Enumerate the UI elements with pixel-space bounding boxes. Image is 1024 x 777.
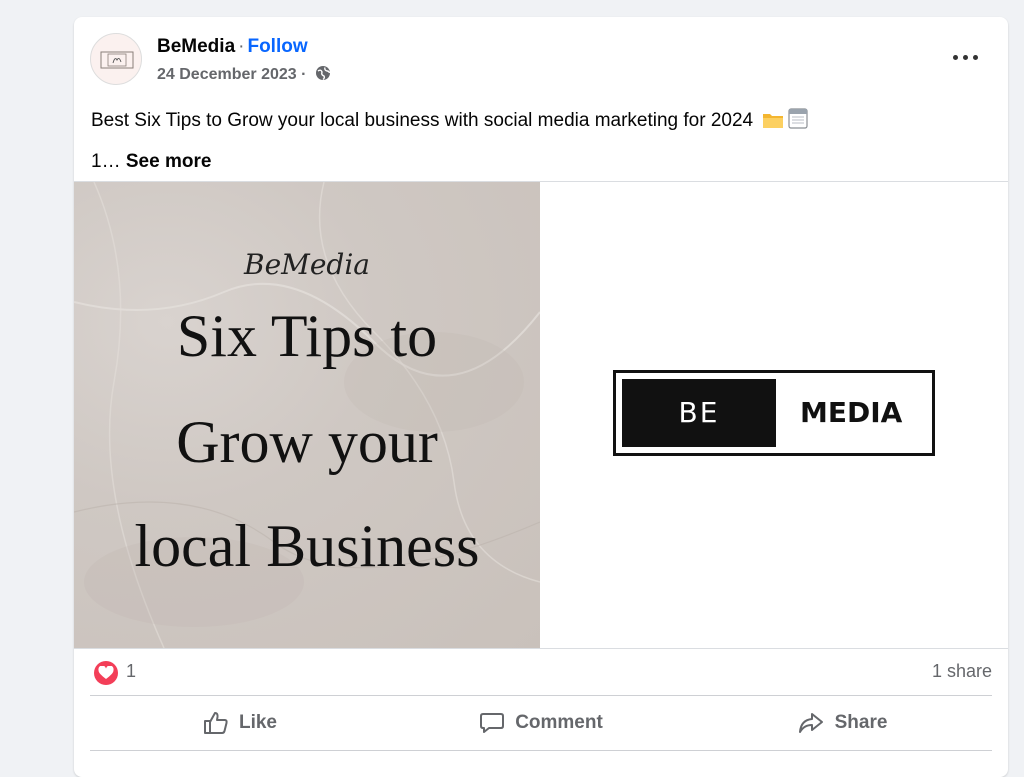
bemedia-logo: BE MEDIA bbox=[613, 370, 935, 456]
post-media: BeMedia Six Tips to Grow your local Busi… bbox=[74, 181, 1008, 649]
see-more-link[interactable]: See more bbox=[126, 151, 212, 172]
post-caption: Best Six Tips to Grow your local busines… bbox=[91, 102, 971, 181]
actions-divider bbox=[90, 750, 992, 751]
meta-separator: · bbox=[301, 66, 307, 83]
logo-be: BE bbox=[622, 379, 776, 447]
author-avatar[interactable] bbox=[90, 33, 142, 85]
image-headline-line1: Six Tips to bbox=[176, 303, 438, 369]
thumbs-up-icon bbox=[203, 712, 228, 734]
follow-button[interactable]: Follow bbox=[247, 36, 307, 57]
author-name[interactable]: BeMedia bbox=[157, 36, 235, 57]
share-arrow-icon bbox=[798, 713, 823, 733]
author-line: BeMedia · Follow bbox=[157, 36, 308, 58]
comment-button[interactable]: Comment bbox=[391, 697, 691, 749]
post-stats: 1 1 share bbox=[90, 657, 992, 693]
share-label: Share bbox=[834, 712, 888, 733]
post-date[interactable]: 24 December 2023 bbox=[157, 66, 297, 83]
image-headline-line3: local Business bbox=[134, 513, 480, 579]
comment-icon bbox=[480, 713, 505, 733]
post-meta: 24 December 2023 · bbox=[157, 65, 331, 86]
more-options-icon[interactable] bbox=[948, 47, 984, 67]
avatar-logo-icon bbox=[100, 51, 134, 69]
like-button[interactable]: Like bbox=[90, 697, 390, 749]
like-label: Like bbox=[238, 712, 278, 733]
post-header: BeMedia · Follow 24 December 2023 · bbox=[74, 17, 1008, 97]
post-card: BeMedia · Follow 24 December 2023 · Best S… bbox=[74, 17, 1008, 777]
share-button[interactable]: Share bbox=[692, 697, 992, 749]
globe-icon[interactable] bbox=[315, 65, 331, 86]
stats-divider bbox=[90, 695, 992, 696]
action-bar: Like Comment Share bbox=[90, 697, 992, 749]
reaction-count[interactable]: 1 bbox=[126, 661, 136, 682]
calendar-emoji-icon bbox=[788, 105, 809, 143]
image-headline-line2: Grow your bbox=[176, 409, 438, 475]
comment-label: Comment bbox=[515, 712, 603, 733]
media-image-right[interactable]: BE MEDIA bbox=[540, 182, 1008, 648]
separator-dot: · bbox=[238, 36, 245, 57]
folder-emoji-icon bbox=[762, 105, 784, 143]
media-image-left[interactable]: BeMedia Six Tips to Grow your local Busi… bbox=[74, 182, 540, 648]
caption-truncated: 1… bbox=[91, 151, 121, 172]
love-reaction-icon[interactable] bbox=[94, 661, 118, 685]
share-count[interactable]: 1 share bbox=[932, 661, 992, 682]
image-brand-script: BeMedia bbox=[244, 248, 370, 281]
caption-text: Best Six Tips to Grow your local busines… bbox=[91, 110, 754, 131]
logo-media: MEDIA bbox=[800, 396, 903, 429]
